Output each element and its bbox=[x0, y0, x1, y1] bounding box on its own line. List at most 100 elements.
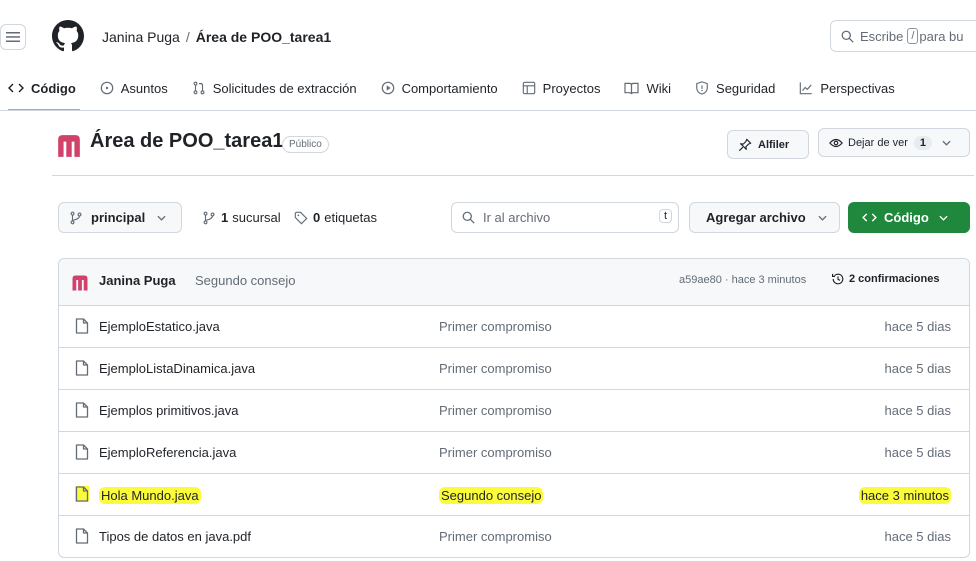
repo-nav: Código Asuntos Solicitudes de extracción… bbox=[0, 72, 976, 111]
commit-sha-time[interactable]: a59ae80 · hace 3 minutos bbox=[679, 274, 806, 286]
table-row[interactable]: Ejemplos primitivos.java Primer compromi… bbox=[59, 390, 969, 432]
tags-link[interactable]: 0 etiquetas bbox=[294, 210, 377, 225]
tab-code[interactable]: Código bbox=[0, 72, 86, 110]
avatar[interactable] bbox=[71, 274, 89, 292]
file-name[interactable]: Ejemplos primitivos.java bbox=[99, 403, 238, 418]
breadcrumb-separator: / bbox=[185, 29, 190, 45]
hamburger-menu-button[interactable] bbox=[0, 24, 26, 50]
chevron-down-icon bbox=[157, 215, 166, 221]
file-date: hace 5 dias bbox=[884, 361, 952, 376]
tab-issues[interactable]: Asuntos bbox=[86, 72, 178, 104]
file-commit-message[interactable]: Primer compromiso bbox=[439, 445, 552, 460]
search-shortcut-key: / bbox=[907, 28, 919, 44]
tags-label: etiquetas bbox=[324, 210, 377, 225]
table-row[interactable]: EjemploEstatico.java Primer compromiso h… bbox=[59, 306, 969, 348]
tab-projects[interactable]: Proyectos bbox=[508, 72, 611, 104]
book-icon bbox=[624, 82, 640, 94]
file-date: hace 5 dias bbox=[884, 403, 952, 418]
pin-icon bbox=[738, 138, 752, 151]
file-table: Janina Puga Segundo consejo a59ae80 · ha… bbox=[58, 258, 970, 558]
tab-security[interactable]: Seguridad bbox=[681, 72, 785, 104]
pin-button-label: Alfiler bbox=[758, 138, 790, 151]
tags-count: 0 bbox=[313, 210, 321, 225]
file-date: hace 5 dias bbox=[884, 319, 952, 334]
file-icon bbox=[75, 528, 89, 544]
tab-actions-label: Comportamiento bbox=[401, 80, 498, 96]
pull-request-icon bbox=[193, 81, 205, 95]
latest-commit-header: Janina Puga Segundo consejo a59ae80 · ha… bbox=[59, 259, 969, 306]
go-to-file-shortcut: t bbox=[658, 209, 672, 223]
repo-title[interactable]: Área de POO_tarea1 bbox=[90, 130, 283, 153]
file-name[interactable]: Hola Mundo.java bbox=[99, 487, 201, 504]
breadcrumb-repo[interactable]: Área de POO_tarea1 bbox=[196, 29, 331, 45]
visibility-badge: Público bbox=[282, 136, 329, 153]
table-row-highlighted[interactable]: Hola Mundo.java Segundo consejo hace 3 m… bbox=[59, 474, 969, 516]
history-icon bbox=[832, 273, 844, 285]
search-prefix-text: Escribe bbox=[860, 28, 904, 44]
commit-author[interactable]: Janina Puga bbox=[99, 273, 176, 288]
file-commit-message[interactable]: Primer compromiso bbox=[439, 361, 552, 376]
add-file-button[interactable]: Agregar archivo bbox=[689, 202, 840, 233]
repo-owner-avatar[interactable] bbox=[56, 133, 82, 159]
code-dropdown-button[interactable]: Código bbox=[848, 202, 970, 233]
tab-wiki[interactable]: Wiki bbox=[610, 72, 681, 104]
file-icon bbox=[75, 360, 89, 376]
code-icon bbox=[862, 213, 877, 222]
table-row[interactable]: Tipos de datos en java.pdf Primer compro… bbox=[59, 516, 969, 557]
commits-label: 2 confirmaciones bbox=[849, 273, 940, 285]
github-logo-icon[interactable] bbox=[52, 20, 84, 52]
tab-pull-requests[interactable]: Solicitudes de extracción bbox=[178, 72, 367, 104]
unwatch-button-label: Dejar de ver bbox=[848, 136, 908, 149]
file-icon bbox=[75, 318, 89, 334]
file-icon bbox=[75, 444, 89, 460]
branch-icon bbox=[70, 211, 82, 224]
unwatch-button[interactable]: Dejar de ver 1 bbox=[818, 128, 970, 157]
search-icon bbox=[462, 211, 475, 224]
table-row[interactable]: EjemploListaDinamica.java Primer comprom… bbox=[59, 348, 969, 390]
branches-count: 1 bbox=[221, 210, 229, 225]
commit-message[interactable]: Segundo consejo bbox=[195, 273, 295, 288]
pin-button[interactable]: Alfiler bbox=[727, 130, 809, 159]
go-to-file-placeholder: Ir al archivo bbox=[483, 210, 551, 225]
branch-name: principal bbox=[91, 210, 146, 225]
tab-security-label: Seguridad bbox=[716, 80, 776, 96]
branches-link[interactable]: 1 sucursal bbox=[202, 210, 281, 225]
search-icon bbox=[841, 30, 854, 43]
chevron-down-icon bbox=[818, 215, 827, 221]
file-commit-message[interactable]: Primer compromiso bbox=[439, 319, 552, 334]
tab-wiki-label: Wiki bbox=[646, 80, 672, 96]
tab-code-label: Código bbox=[31, 80, 76, 96]
breadcrumb: Janina Puga / Área de POO_tarea1 bbox=[102, 29, 331, 45]
issue-icon bbox=[100, 81, 114, 95]
code-button-label: Código bbox=[884, 210, 929, 225]
file-commit-message[interactable]: Primer compromiso bbox=[439, 529, 552, 544]
eye-icon bbox=[829, 138, 843, 147]
file-name[interactable]: Tipos de datos en java.pdf bbox=[99, 529, 251, 544]
hamburger-icon bbox=[6, 32, 20, 42]
file-icon bbox=[75, 486, 89, 502]
global-search-input[interactable]: Escribe / para bu bbox=[830, 20, 976, 52]
code-icon bbox=[8, 83, 24, 93]
file-name[interactable]: EjemploReferencia.java bbox=[99, 445, 236, 460]
chevron-down-icon bbox=[939, 215, 948, 221]
file-name[interactable]: EjemploListaDinamica.java bbox=[99, 361, 255, 376]
branch-select-button[interactable]: principal bbox=[58, 202, 182, 233]
chevron-down-icon bbox=[942, 140, 951, 146]
file-commit-message[interactable]: Segundo consejo bbox=[439, 487, 544, 504]
breadcrumb-owner[interactable]: Janina Puga bbox=[102, 29, 180, 45]
tab-issues-label: Asuntos bbox=[120, 80, 168, 96]
table-icon bbox=[522, 81, 535, 95]
go-to-file-input[interactable]: Ir al archivo t bbox=[451, 202, 679, 233]
tag-icon bbox=[294, 211, 308, 224]
branches-label: sucursal bbox=[232, 210, 281, 225]
file-date: hace 5 dias bbox=[884, 445, 952, 460]
shield-icon bbox=[696, 81, 708, 95]
tab-actions[interactable]: Comportamiento bbox=[367, 72, 508, 104]
tab-insights[interactable]: Perspectivas bbox=[785, 72, 904, 104]
table-row[interactable]: EjemploReferencia.java Primer compromiso… bbox=[59, 432, 969, 474]
file-name[interactable]: EjemploEstatico.java bbox=[99, 319, 220, 334]
commits-link[interactable]: 2 confirmaciones bbox=[831, 272, 939, 286]
search-suffix-text: para bu bbox=[919, 28, 964, 44]
file-date: hace 5 dias bbox=[884, 529, 952, 544]
file-commit-message[interactable]: Primer compromiso bbox=[439, 403, 552, 418]
